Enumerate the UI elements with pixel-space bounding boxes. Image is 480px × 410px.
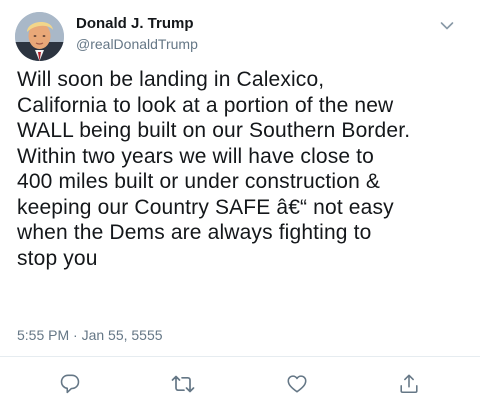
display-name[interactable]: Donald J. Trump bbox=[76, 15, 198, 33]
divider bbox=[0, 356, 480, 357]
retweet-icon bbox=[171, 375, 195, 393]
reply-icon bbox=[60, 374, 80, 394]
chevron-down-icon[interactable] bbox=[440, 18, 454, 30]
action-bar bbox=[0, 372, 480, 398]
share-button[interactable] bbox=[397, 372, 421, 396]
reply-button[interactable] bbox=[58, 372, 82, 396]
avatar[interactable] bbox=[15, 12, 64, 61]
share-icon bbox=[400, 374, 418, 394]
retweet-button[interactable] bbox=[171, 372, 195, 396]
tweet-text: Will soon be landing in Calexico, Califo… bbox=[17, 68, 411, 270]
avatar-image bbox=[15, 12, 64, 61]
tweet-card: Donald J. Trump @realDonaldTrump Will so… bbox=[0, 0, 480, 410]
like-button[interactable] bbox=[285, 372, 309, 396]
author-block[interactable]: Donald J. Trump @realDonaldTrump bbox=[76, 15, 198, 53]
like-icon bbox=[287, 375, 307, 393]
handle[interactable]: @realDonaldTrump bbox=[76, 36, 198, 53]
tweet-timestamp[interactable]: 5:55 PM · Jan 55, 5555 bbox=[17, 327, 163, 344]
